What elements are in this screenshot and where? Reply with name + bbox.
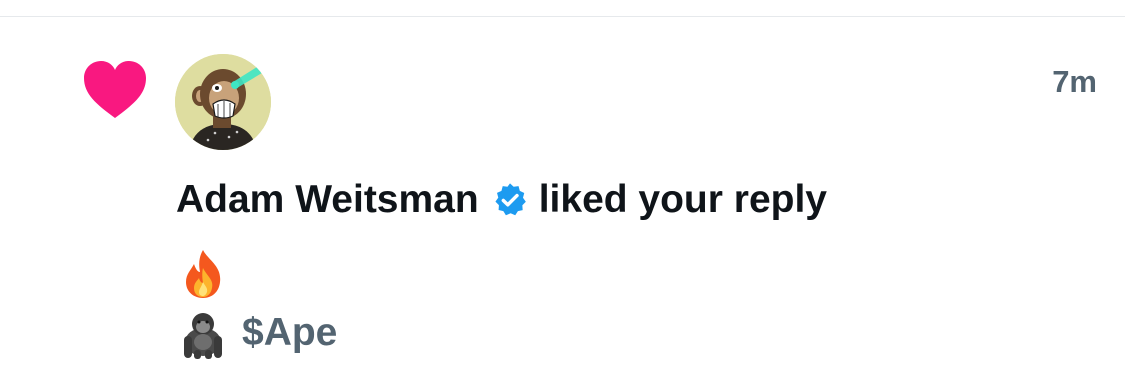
timestamp[interactable]: 7m	[1052, 64, 1097, 100]
action-text: liked your reply	[538, 178, 827, 221]
verified-badge-icon	[495, 183, 526, 216]
gorilla-emoji	[184, 313, 222, 359]
ape-avatar	[175, 54, 271, 150]
notification-headline: Adam Weitsman liked your reply	[176, 178, 827, 222]
user-name[interactable]: Adam Weitsman	[176, 178, 479, 222]
fire-emoji	[186, 250, 221, 298]
cashtag-link[interactable]: $Ape	[242, 311, 337, 355]
reply-line-2: $Ape	[176, 306, 337, 360]
notification-item[interactable]: 7m Adam Weitsman liked your reply $Ape	[0, 0, 1125, 375]
user-avatar[interactable]	[175, 54, 271, 150]
reply-line-1	[176, 246, 230, 300]
heart-icon	[84, 61, 146, 118]
